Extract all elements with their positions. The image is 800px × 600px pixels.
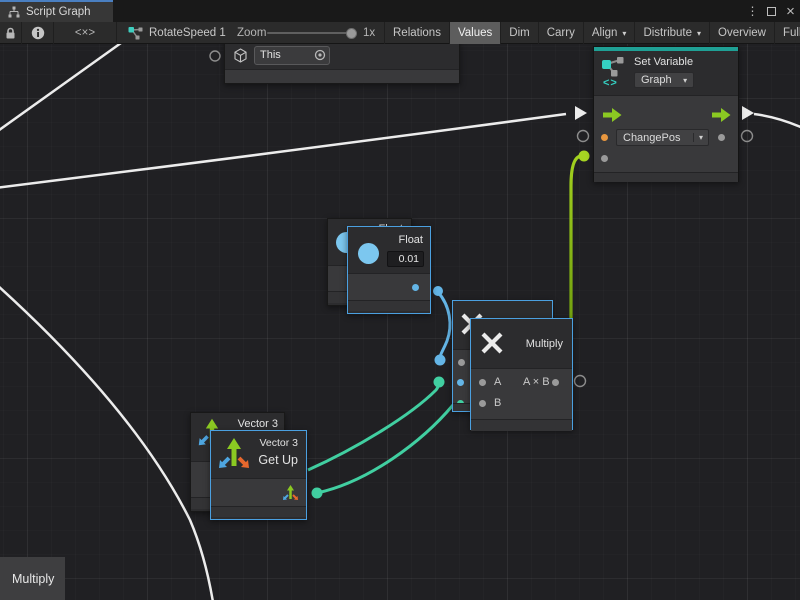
float-value-field[interactable]: 0.01 — [387, 251, 424, 267]
zoom-slider-track[interactable] — [267, 32, 357, 34]
node-title: Vector 3 — [259, 437, 298, 449]
node-set-variable[interactable]: <> Set Variable Graph ▾ ChangePos ▾ — [593, 46, 739, 182]
node-title: Float — [399, 234, 423, 246]
lock-icon — [5, 27, 16, 40]
zoom-label: Zoom — [237, 22, 266, 44]
caret-down-icon: ▾ — [693, 133, 708, 142]
button-values[interactable]: Values — [449, 22, 500, 44]
graph-reference-breadcrumb[interactable]: RotateSpeed 1 — [118, 22, 226, 44]
lock-button[interactable] — [0, 22, 22, 44]
kebab-menu-icon[interactable]: ⋮ — [743, 4, 762, 18]
title-bar: Script Graph ⋮ × — [0, 0, 800, 22]
caret-down-icon: ▾ — [678, 76, 693, 85]
this-object-field[interactable]: This — [254, 46, 330, 65]
close-icon[interactable]: × — [781, 3, 800, 20]
vector3-icon — [217, 436, 251, 470]
set-variable-icon — [601, 56, 627, 78]
button-distribute[interactable]: Distribute ▾ — [634, 22, 709, 44]
zoom-value: 1x — [363, 22, 375, 44]
zoom-slider-handle[interactable] — [346, 28, 357, 39]
tab-script-graph[interactable]: Script Graph — [0, 0, 113, 22]
multiply-icon — [479, 330, 505, 356]
float-icon — [358, 243, 379, 264]
variable-scope-dropdown[interactable]: Graph ▾ — [634, 72, 694, 88]
graph-reference-label: RotateSpeed 1 — [149, 27, 226, 39]
variable-name-dropdown[interactable]: ChangePos ▾ — [616, 129, 709, 146]
view-buttons-group: Relations Values Dim Carry Align ▾ Distr… — [384, 22, 800, 44]
object-picker-icon[interactable] — [314, 49, 326, 61]
value-input-port[interactable] — [601, 155, 608, 162]
node-this-event[interactable]: This — [224, 40, 460, 84]
caret-down-icon: ▾ — [622, 29, 626, 38]
flow-out-port-icon[interactable] — [712, 108, 731, 122]
output-label: A × B — [523, 376, 550, 388]
button-relations[interactable]: Relations — [384, 22, 449, 44]
scope-value: Graph — [635, 74, 678, 86]
maximize-icon[interactable] — [767, 7, 776, 16]
input-port-b[interactable] — [479, 400, 486, 407]
node-float-selected[interactable]: Float 0.01 — [347, 226, 431, 314]
input-port-a[interactable] — [479, 379, 486, 386]
flow-in-port-icon[interactable] — [603, 108, 622, 122]
info-button[interactable] — [22, 22, 54, 44]
input-port-connected-float[interactable] — [457, 379, 464, 386]
caret-down-icon: ▾ — [697, 29, 701, 38]
graph-toolbar: <×> RotateSpeed 1 Zoom 1x Relations Valu… — [0, 22, 800, 44]
node-multiply-selected[interactable]: Multiply A A × B B — [470, 318, 573, 430]
input-a-label: A — [494, 376, 501, 388]
vector3-output-port-icon[interactable] — [282, 484, 299, 501]
button-full-screen[interactable]: Full Screen — [774, 22, 800, 44]
output-port[interactable] — [552, 379, 559, 386]
unity-visual-scripting-window: Float Float 0.01 Multiply — [0, 0, 800, 600]
graph-node-icon — [128, 26, 143, 41]
variable-output-port[interactable] — [718, 134, 725, 141]
variable-name-value: ChangePos — [617, 132, 693, 144]
node-operation: Get Up — [258, 453, 298, 467]
button-dim[interactable]: Dim — [500, 22, 537, 44]
this-field-value: This — [260, 49, 314, 61]
input-port-a[interactable] — [458, 359, 465, 366]
tooltip-label: Multiply — [12, 572, 54, 586]
button-carry[interactable]: Carry — [538, 22, 583, 44]
gameobject-cube-icon — [233, 48, 248, 63]
node-title: Multiply — [526, 338, 563, 350]
info-icon — [31, 26, 45, 40]
node-title: Set Variable — [634, 56, 693, 68]
code-toggle-button[interactable]: <×> — [54, 22, 117, 44]
multiply-tooltip: Multiply — [0, 557, 65, 600]
code-brackets-icon: <> — [603, 77, 618, 89]
input-b-label: B — [494, 397, 501, 409]
tab-title: Script Graph — [26, 6, 91, 18]
node-vector3-get-up[interactable]: Vector 3 Get Up — [210, 430, 307, 520]
node-title: Vector 3 — [238, 418, 278, 430]
button-align[interactable]: Align ▾ — [583, 22, 635, 44]
script-graph-icon — [8, 6, 20, 18]
button-overview[interactable]: Overview — [709, 22, 774, 44]
float-output-port[interactable] — [412, 284, 419, 291]
variable-name-port[interactable] — [601, 134, 608, 141]
